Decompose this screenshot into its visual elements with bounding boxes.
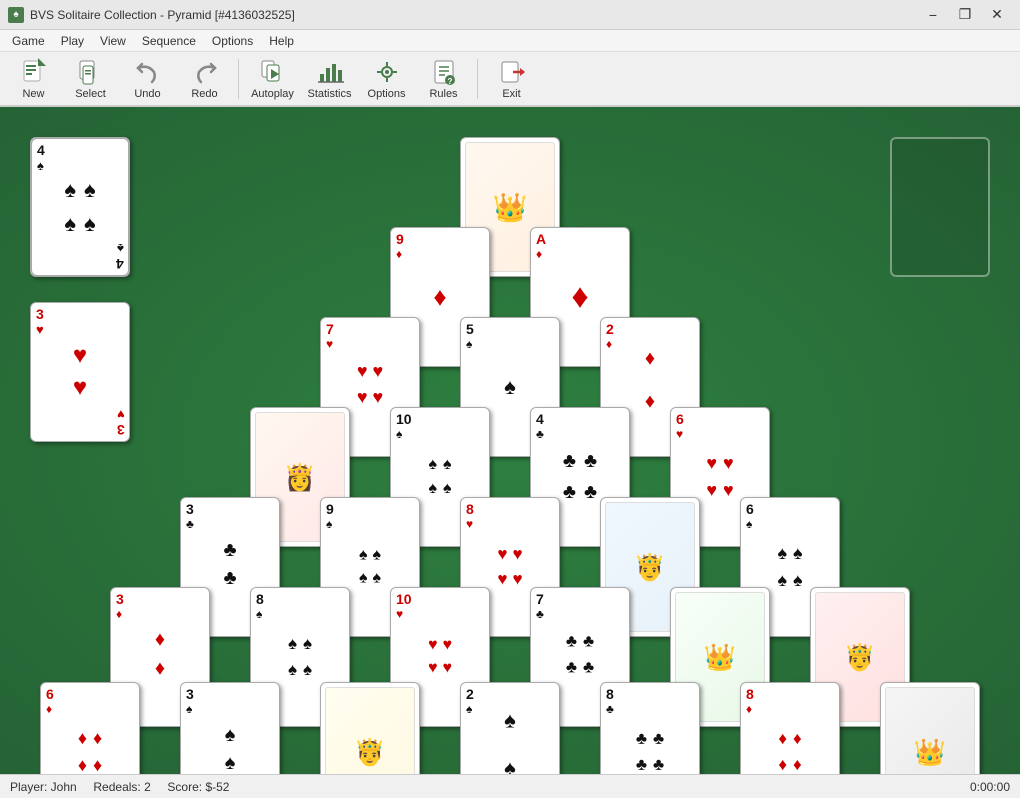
redo-label: Redo [191,88,217,100]
undo-button[interactable]: Undo [120,56,175,102]
menu-game[interactable]: Game [4,32,53,50]
game-area[interactable]: 4 ♠ 4 ♠ ♠♠ ♠♠ 3 ♥ 3 ♥ ♥ ♥ Q ♦ Q ♦ 👑 [0,107,1020,774]
rules-button[interactable]: ? Rules [416,56,471,102]
options-label: Options [368,88,406,100]
pyramid-row7-card6[interactable]: 8 ♦ 8 ♦♦♦♦ [740,682,840,774]
svg-text:?: ? [447,77,452,86]
autoplay-icon [259,58,287,86]
titlebar-controls[interactable]: − ❐ ✕ [918,5,1012,25]
toolbar-sep-2 [477,59,478,99]
pyramid-row7-card1[interactable]: 6 ♦ 6 ♦♦♦♦ [40,682,140,774]
pyramid-row7-card2[interactable]: 3 ♠ 3 ♠♠ [180,682,280,774]
menubar: Game Play View Sequence Options Help [0,30,1020,52]
autoplay-button[interactable]: Autoplay [245,56,300,102]
game-time: 0:00:00 [970,780,1010,794]
new-button[interactable]: New [6,56,61,102]
deck-card[interactable]: 4 ♠ 4 ♠ ♠♠ ♠♠ [30,137,130,277]
statistics-icon [316,58,344,86]
score-value: Score: $-52 [167,780,229,794]
exit-icon [498,58,526,86]
options-button[interactable]: Options [359,56,414,102]
jack-diamonds-face: 🤴 [325,687,415,774]
restore-button[interactable]: ❐ [950,5,980,25]
exit-label: Exit [502,88,520,100]
menu-play[interactable]: Play [53,32,92,50]
statusbar: Player: John Redeals: 2 Score: $-52 0:00… [0,774,1020,798]
undo-icon [134,58,162,86]
toolbar-sep-1 [238,59,239,99]
rules-label: Rules [429,88,457,100]
menu-view[interactable]: View [92,32,134,50]
menu-sequence[interactable]: Sequence [134,32,204,50]
statistics-button[interactable]: Statistics [302,56,357,102]
menu-help[interactable]: Help [261,32,302,50]
statistics-label: Statistics [307,88,351,100]
minimize-button[interactable]: − [918,5,948,25]
pyramid-row7-card7[interactable]: K ♠ 👑 [880,682,980,774]
pyramid-row7-card3[interactable]: J ♦ 🤴 [320,682,420,774]
menu-options[interactable]: Options [204,32,261,50]
toolbar: New Select Undo R [0,52,1020,107]
select-label: Select [75,88,106,100]
exit-button[interactable]: Exit [484,56,539,102]
discard-card[interactable]: 3 ♥ 3 ♥ ♥ ♥ [30,302,130,442]
undo-label: Undo [134,88,160,100]
redeals-count: Redeals: 2 [93,780,150,794]
titlebar: ♠ BVS Solitaire Collection - Pyramid [#4… [0,0,1020,30]
autoplay-label: Autoplay [251,88,294,100]
pyramid-row7-card5[interactable]: 8 ♣ 8 ♣♣♣♣ [600,682,700,774]
pyramid-row7-card4[interactable]: 2 ♠ 2 ♠♠ [460,682,560,774]
empty-slot[interactable] [890,137,990,277]
redo-button[interactable]: Redo [177,56,232,102]
app-icon: ♠ [8,7,24,23]
king-spades-face: 👑 [885,687,975,774]
titlebar-left: ♠ BVS Solitaire Collection - Pyramid [#4… [8,7,295,23]
player-info: Player: John Redeals: 2 Score: $-52 [10,780,229,794]
select-icon [77,58,105,86]
window-title: BVS Solitaire Collection - Pyramid [#413… [30,8,295,22]
options-icon [373,58,401,86]
new-icon [20,58,48,86]
player-name: Player: John [10,780,77,794]
select-button[interactable]: Select [63,56,118,102]
new-label: New [22,88,44,100]
redo-icon [191,58,219,86]
rules-icon: ? [430,58,458,86]
close-button[interactable]: ✕ [982,5,1012,25]
